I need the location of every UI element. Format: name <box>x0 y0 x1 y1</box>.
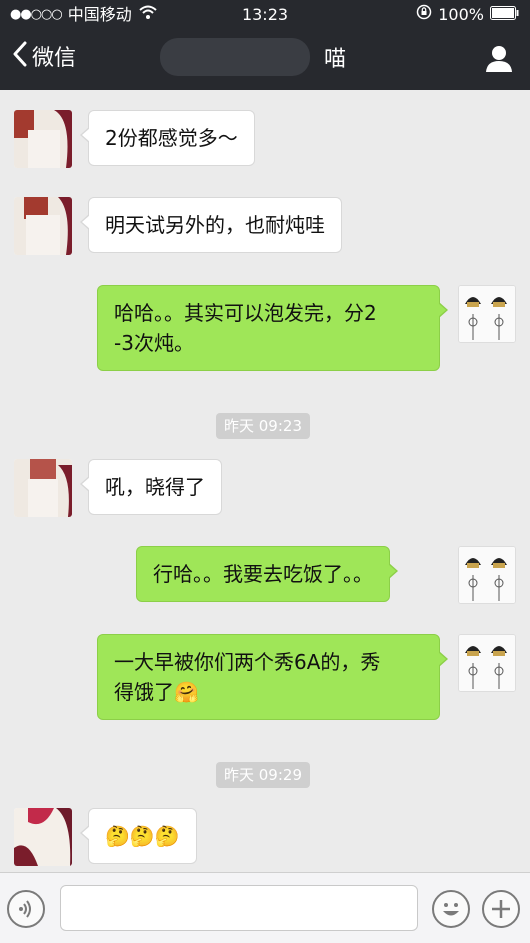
timestamp-text: 昨天 09:29 <box>224 766 302 784</box>
chat-title: 喵 <box>150 30 410 90</box>
message-bubble-incoming[interactable]: 🤔🤔🤔 <box>80 808 197 864</box>
emoji-button[interactable] <box>432 890 470 928</box>
rotation-lock-icon <box>416 0 432 30</box>
my-avatar[interactable] <box>458 285 516 343</box>
nav-bar: 微信 喵 <box>0 30 530 90</box>
message-bubble-outgoing[interactable]: 行哈。。我要去吃饭了。。 <box>136 546 398 602</box>
contact-avatar[interactable] <box>14 110 72 168</box>
timestamp-text: 昨天 09:23 <box>224 417 302 435</box>
message-text-line: 得饿了🤗 <box>114 677 423 707</box>
message-bubble-incoming[interactable]: 2份都感觉多～ <box>80 110 255 166</box>
message-text: 得饿了 <box>114 680 174 704</box>
message-bubble-outgoing[interactable]: 哈哈。。其实可以泡发完，分2 -3次炖。 <box>97 285 448 371</box>
battery-percent: 100% <box>438 5 484 24</box>
contact-avatar[interactable] <box>14 808 72 866</box>
message-text-line: 哈哈。。其实可以泡发完，分2 <box>114 301 377 325</box>
message-text-line: 一大早被你们两个秀6A的，秀 <box>114 650 381 674</box>
battery-icon <box>490 0 520 30</box>
message-bubble-incoming[interactable]: 吼，晓得了 <box>80 459 222 515</box>
message-text: 行哈。。我要去吃饭了。。 <box>153 562 373 586</box>
input-bar <box>0 872 530 943</box>
person-icon <box>484 46 514 78</box>
status-right: 100% <box>416 0 520 30</box>
more-button[interactable] <box>482 890 520 928</box>
chat-title-text: 喵 <box>323 47 346 72</box>
message-text: 明天试另外的，也耐炖哇 <box>105 213 325 237</box>
emoji-icon <box>434 903 468 930</box>
back-button[interactable]: 微信 <box>12 41 77 78</box>
message-text-line: -3次炖。 <box>114 331 194 355</box>
message-text: 吼，晓得了 <box>105 475 205 499</box>
message-list[interactable]: 2份都感觉多～ 明天试另外的，也耐炖哇 哈哈。。其实可以泡发完，分2 -3次炖。… <box>0 90 530 872</box>
contact-profile-button[interactable] <box>484 44 514 74</box>
thinking-face-emoji: 🤔🤔🤔 <box>105 824 180 848</box>
chevron-left-icon <box>12 41 28 78</box>
timestamp-badge: 昨天 09:23 <box>216 413 310 439</box>
plus-icon <box>484 900 518 930</box>
back-label: 微信 <box>32 46 77 71</box>
header: ●●○○○ 中国移动 13:23 100% 微信 喵 <box>0 0 530 90</box>
hugging-face-emoji: 🤗 <box>174 680 199 704</box>
my-avatar[interactable] <box>458 546 516 604</box>
voice-icon <box>9 900 43 930</box>
message-bubble-incoming[interactable]: 明天试另外的，也耐炖哇 <box>80 197 342 253</box>
message-bubble-outgoing[interactable]: 一大早被你们两个秀6A的，秀 得饿了🤗 <box>97 634 448 720</box>
status-bar: ●●○○○ 中国移动 13:23 100% <box>0 0 530 30</box>
my-avatar[interactable] <box>458 634 516 692</box>
timestamp-badge: 昨天 09:29 <box>216 762 310 788</box>
voice-button[interactable] <box>7 890 45 928</box>
contact-avatar[interactable] <box>14 459 72 517</box>
message-input[interactable] <box>60 885 418 931</box>
contact-avatar[interactable] <box>14 197 72 255</box>
message-text: 2份都感觉多～ <box>105 126 238 150</box>
